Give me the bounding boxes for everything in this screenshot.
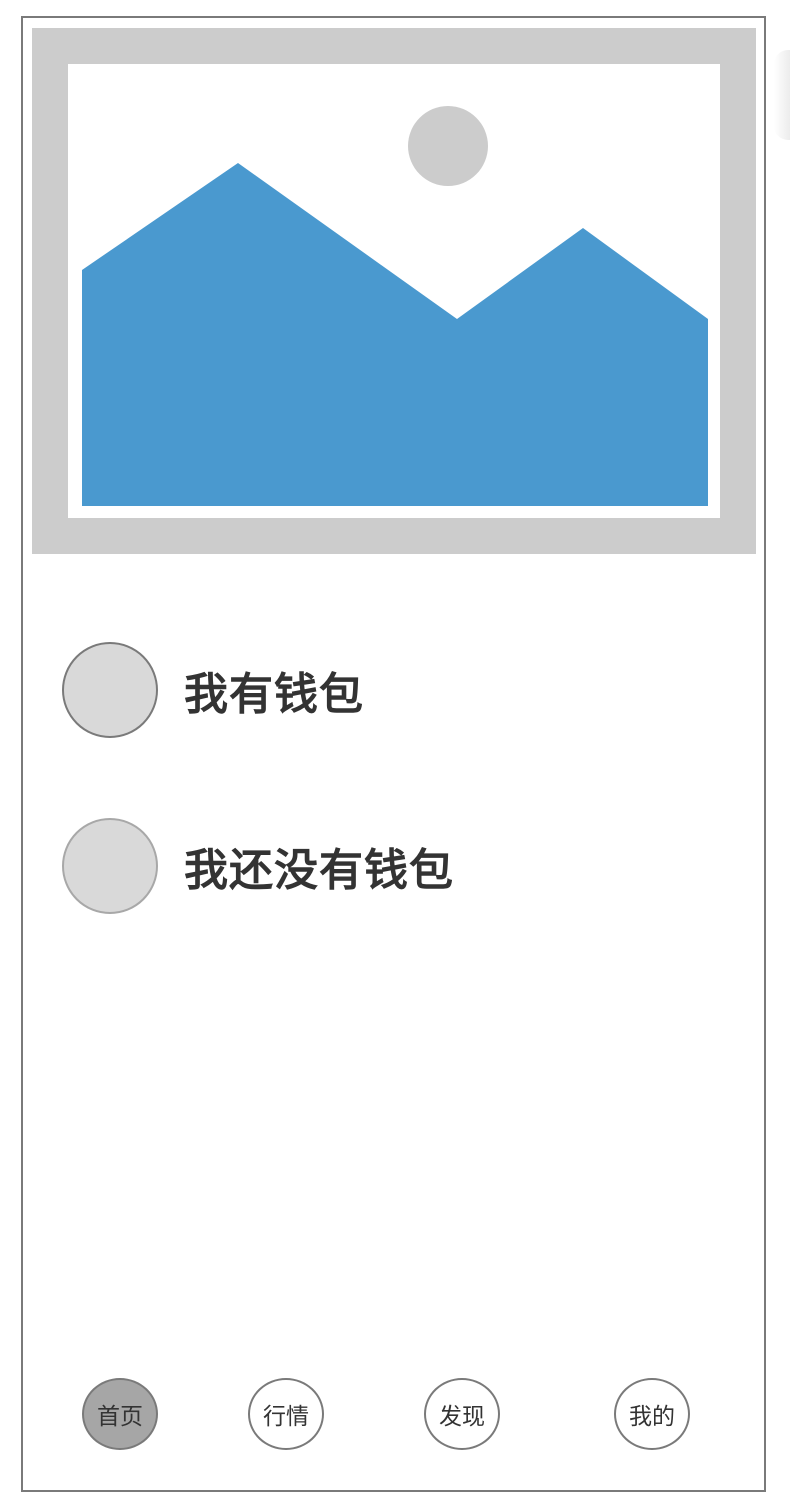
- option-label: 我还没有钱包: [184, 845, 454, 896]
- radio-button[interactable]: [62, 818, 158, 914]
- image-placeholder-icon: [68, 64, 720, 518]
- edge-shadow: [774, 50, 790, 140]
- tab-label: 行情: [263, 1404, 309, 1430]
- tab-label: 我的: [629, 1404, 675, 1430]
- option-have-wallet[interactable]: 我有钱包: [62, 641, 364, 739]
- option-no-wallet[interactable]: 我还没有钱包: [62, 817, 454, 915]
- tab-mine[interactable]: 我的: [614, 1378, 690, 1450]
- tab-label: 发现: [439, 1404, 485, 1430]
- radio-button[interactable]: [62, 642, 158, 738]
- sun-shape: [408, 106, 488, 186]
- tab-label: 首页: [97, 1404, 143, 1430]
- tab-discover[interactable]: 发现: [424, 1378, 500, 1450]
- option-label: 我有钱包: [184, 669, 364, 720]
- banner-image-placeholder: [32, 28, 756, 554]
- tab-market[interactable]: 行情: [248, 1378, 324, 1450]
- tab-home[interactable]: 首页: [82, 1378, 158, 1450]
